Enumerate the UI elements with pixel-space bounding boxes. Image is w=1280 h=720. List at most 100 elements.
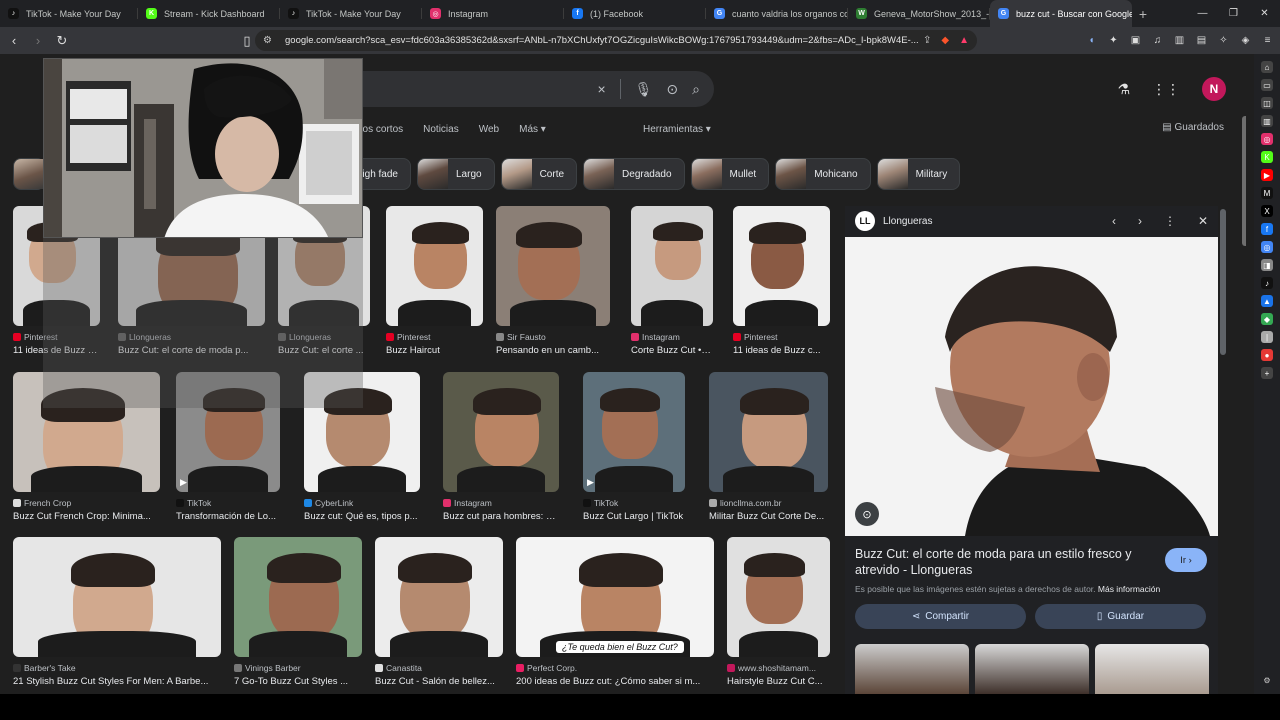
image-result[interactable]: ¿Te queda bien el Buzz Cut? Perfect Corp.… bbox=[516, 537, 714, 687]
related-image[interactable] bbox=[1095, 644, 1209, 694]
result-source[interactable]: Pinterest bbox=[733, 332, 830, 342]
result-thumbnail[interactable] bbox=[733, 206, 830, 326]
voice-search-icon[interactable]: 🎙 bbox=[635, 81, 653, 98]
result-thumbnail[interactable] bbox=[727, 537, 830, 657]
result-thumbnail[interactable]: ¿Te queda bien el Buzz Cut? bbox=[516, 537, 714, 657]
saved-link[interactable]: ▤ Guardados bbox=[1162, 122, 1224, 133]
result-source[interactable]: CyberLink bbox=[304, 498, 420, 508]
related-chip[interactable]: Largo bbox=[417, 158, 495, 190]
next-image-icon[interactable]: › bbox=[1138, 214, 1142, 228]
result-source[interactable]: TikTok bbox=[583, 498, 685, 508]
account-avatar[interactable]: N bbox=[1202, 77, 1226, 101]
site-info-icon[interactable]: ⚙ bbox=[263, 35, 275, 46]
maximize-icon[interactable]: ❐ bbox=[1218, 0, 1249, 27]
lens-search-icon[interactable]: ⊙ bbox=[666, 81, 678, 98]
result-thumbnail[interactable]: ▶ bbox=[583, 372, 685, 492]
panel-source[interactable]: Llongueras bbox=[883, 216, 932, 227]
result-source[interactable]: Perfect Corp. bbox=[516, 663, 714, 673]
sidebar-app-icon[interactable]: ◎ bbox=[1261, 133, 1273, 145]
bookmark-icon[interactable]: ▯ bbox=[237, 33, 257, 49]
voice-icon[interactable]: ◖ bbox=[1085, 34, 1098, 47]
close-window-icon[interactable]: ✕ bbox=[1249, 0, 1280, 27]
sidebar-app-icon[interactable]: ▲ bbox=[1261, 295, 1273, 307]
preview-image[interactable]: ⊙ bbox=[845, 237, 1218, 536]
sidebar-app-icon[interactable]: ● bbox=[1261, 349, 1273, 361]
vpn-icon[interactable]: ◈ bbox=[1239, 34, 1252, 47]
brave-shield-icon[interactable]: ◆ bbox=[941, 35, 949, 46]
chip-partial[interactable] bbox=[13, 158, 45, 190]
share-button[interactable]: ⋖ Compartir bbox=[855, 604, 1026, 629]
sidebar-app-icon[interactable]: ▶ bbox=[1261, 169, 1273, 181]
minimize-icon[interactable]: — bbox=[1187, 0, 1218, 27]
apps-grid-icon[interactable]: ⋮⋮ bbox=[1152, 81, 1180, 98]
more-info-link[interactable]: Más información bbox=[1098, 584, 1160, 594]
save-button[interactable]: ▯ Guardar bbox=[1035, 604, 1206, 629]
sidebar-app-icon[interactable]: ⌂ bbox=[1261, 61, 1273, 73]
result-source[interactable]: Pinterest bbox=[386, 332, 483, 342]
clear-search-icon[interactable]: × bbox=[597, 81, 605, 97]
result-title[interactable]: 11 ideas de Buzz c... bbox=[733, 345, 830, 356]
panel-title[interactable]: Buzz Cut: el corte de moda para un estil… bbox=[855, 546, 1155, 578]
filter-tab[interactable]: Más ▾ bbox=[519, 124, 546, 135]
result-title[interactable]: Buzz Haircut bbox=[386, 345, 483, 356]
image-result[interactable]: Instagram Buzz cut para hombres: q... bbox=[443, 372, 559, 522]
browser-tab[interactable]: ♪ TikTok - Make Your Day bbox=[280, 0, 422, 27]
related-chip[interactable]: Corte bbox=[500, 158, 578, 190]
result-title[interactable]: 200 ideas de Buzz cut: ¿Cómo saber si m.… bbox=[516, 676, 714, 687]
result-title[interactable]: Pensando en un camb... bbox=[496, 345, 610, 356]
result-title[interactable]: Transformación de Lo... bbox=[176, 511, 280, 522]
result-thumbnail[interactable] bbox=[234, 537, 362, 657]
panel-scrollbar[interactable] bbox=[1220, 209, 1226, 355]
sidebar-app-icon[interactable]: ◨ bbox=[1261, 259, 1273, 271]
address-url[interactable]: google.com/search?sca_esv=fdc603a3638536… bbox=[285, 35, 923, 46]
forward-icon[interactable]: › bbox=[28, 33, 48, 48]
result-source[interactable]: Instagram bbox=[631, 332, 713, 342]
wallet-icon[interactable]: ▤ bbox=[1195, 34, 1208, 47]
sidebar-app-icon[interactable]: M bbox=[1261, 187, 1273, 199]
music-icon[interactable]: ♫ bbox=[1151, 34, 1164, 47]
result-source[interactable]: Canastita bbox=[375, 663, 503, 673]
related-chip[interactable]: Mullet bbox=[690, 158, 770, 190]
related-image[interactable] bbox=[975, 644, 1089, 694]
result-source[interactable]: Barber's Take bbox=[13, 663, 221, 673]
sidebar-app-icon[interactable]: ▭ bbox=[1261, 79, 1273, 91]
image-result[interactable]: Pinterest 11 ideas de Buzz c... bbox=[733, 206, 830, 356]
browser-tab[interactable]: W Geneva_MotorShow_2013_-_La bbox=[848, 0, 990, 27]
result-title[interactable]: Hairstyle Buzz Cut C... bbox=[727, 676, 830, 687]
result-title[interactable]: Buzz Cut Largo | TikTok bbox=[583, 511, 685, 522]
address-bar[interactable]: ⚙ google.com/search?sca_esv=fdc603a36385… bbox=[255, 30, 977, 51]
filter-tab[interactable]: eos cortos bbox=[357, 124, 403, 135]
screenshot-icon[interactable]: ▣ bbox=[1129, 34, 1142, 47]
result-title[interactable]: 7 Go-To Buzz Cut Styles ... bbox=[234, 676, 362, 687]
search-icon[interactable]: ⌕ bbox=[692, 81, 700, 98]
sidebar-app-icon[interactable]: ♪ bbox=[1261, 277, 1273, 289]
reload-icon[interactable]: ↻ bbox=[52, 33, 72, 49]
sidebar-app-icon[interactable]: f bbox=[1261, 223, 1273, 235]
new-tab-icon[interactable]: + bbox=[1132, 6, 1154, 22]
sidebar-app-icon[interactable]: ◫ bbox=[1261, 97, 1273, 109]
close-panel-icon[interactable]: ✕ bbox=[1198, 214, 1208, 228]
result-source[interactable]: TikTok bbox=[176, 498, 280, 508]
filter-tab[interactable]: Noticias bbox=[423, 124, 459, 135]
image-result[interactable]: Sir Fausto Pensando en un camb... bbox=[496, 206, 610, 356]
image-result[interactable]: Vinings Barber 7 Go-To Buzz Cut Styles ..… bbox=[234, 537, 362, 687]
browser-tab[interactable]: Gbuzz cut - Buscar con Google✕ bbox=[990, 0, 1132, 27]
result-source[interactable]: www.shoshitamam... bbox=[727, 663, 830, 673]
result-thumbnail[interactable] bbox=[386, 206, 483, 326]
result-title[interactable]: Buzz cut: Qué es, tipos p... bbox=[304, 511, 420, 522]
related-chip[interactable]: Military bbox=[876, 158, 961, 190]
image-result[interactable]: ▶ TikTok Buzz Cut Largo | TikTok bbox=[583, 372, 685, 522]
sidebar-app-icon[interactable]: K bbox=[1261, 151, 1273, 163]
result-thumbnail[interactable] bbox=[13, 537, 221, 657]
related-chip[interactable]: Degradado bbox=[583, 158, 685, 190]
result-thumbnail[interactable] bbox=[709, 372, 828, 492]
result-thumbnail[interactable] bbox=[375, 537, 503, 657]
sidebar-settings-icon[interactable]: ⚙ bbox=[1261, 674, 1273, 686]
back-icon[interactable]: ‹ bbox=[4, 33, 24, 48]
related-chip[interactable]: Mohicano bbox=[775, 158, 871, 190]
browser-tab[interactable]: ◎ Instagram bbox=[422, 0, 564, 27]
image-result[interactable]: Pinterest Buzz Haircut bbox=[386, 206, 483, 356]
result-source[interactable]: lioncllma.com.br bbox=[709, 498, 828, 508]
visit-button[interactable]: Ir › bbox=[1165, 548, 1207, 572]
result-source[interactable]: Sir Fausto bbox=[496, 332, 610, 342]
